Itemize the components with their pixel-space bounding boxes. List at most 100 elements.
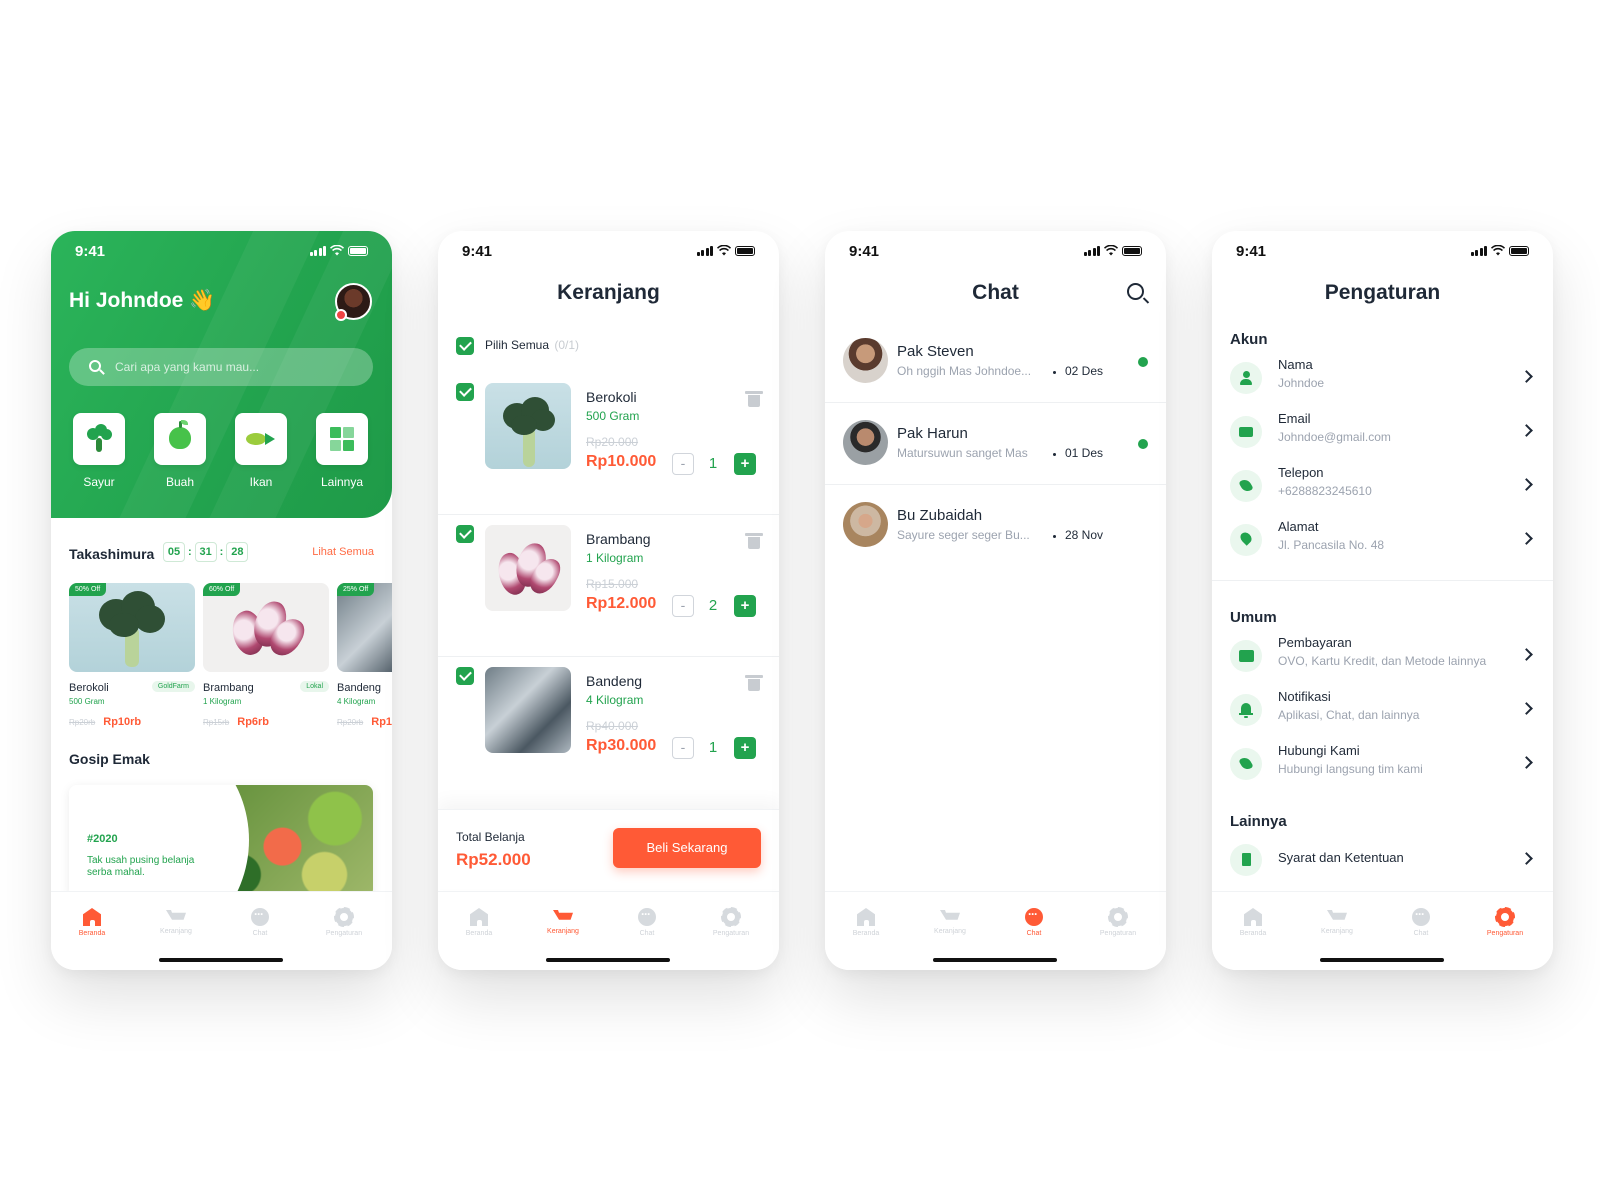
chevron-right-icon	[1520, 852, 1533, 865]
qty-plus-button[interactable]: +	[734, 595, 756, 617]
status-time: 9:41	[1236, 243, 1267, 260]
flash-sale-title: Takashimura	[69, 546, 155, 562]
settings-row-pembayaran[interactable]: Pembayaran OVO, Kartu Kredit, dan Metode…	[1212, 631, 1553, 681]
tab-pengaturan[interactable]: Pengaturan	[309, 907, 379, 937]
cart-item[interactable]: Brambang 1 Kilogram Rp15.000 Rp12.000 - …	[438, 515, 779, 657]
settings-row-telepon[interactable]: Telepon +6288823245610	[1212, 461, 1553, 511]
chat-preview: Sayure seger seger Bu...	[897, 528, 1030, 542]
search-bar[interactable]	[69, 348, 373, 386]
qty-minus-button[interactable]: -	[672, 453, 694, 475]
timer-hours: 05	[163, 542, 185, 562]
row-title: Email	[1278, 411, 1311, 426]
cart-item[interactable]: Bandeng 4 Kilogram Rp40.000 Rp30.000 - 1…	[438, 657, 779, 799]
tab-beranda[interactable]: Beranda	[57, 908, 127, 937]
countdown-timer: 05: 31: 28	[163, 542, 249, 562]
signal-icon	[1083, 245, 1100, 256]
buy-now-button[interactable]: Beli Sekarang	[613, 828, 761, 868]
wifi-icon	[330, 245, 344, 256]
chat-list-item[interactable]: Pak Harun Matursuwun sanget Mas 01 Des	[825, 403, 1166, 485]
row-title: Telepon	[1278, 465, 1324, 480]
wifi-icon	[1491, 245, 1505, 256]
chat-list-item[interactable]: Pak Steven Oh nggih Mas Johndoe... 02 De…	[825, 321, 1166, 403]
tab-chat[interactable]: Chat	[225, 907, 295, 937]
category-buah[interactable]: Buah	[154, 413, 206, 489]
product-image: 25% Off	[337, 583, 392, 672]
tab-pengaturan[interactable]: Pengaturan	[696, 907, 766, 937]
tab-keranjang[interactable]: Keranjang	[915, 908, 985, 935]
product-card[interactable]: 60% Off Brambang Lokal 1 Kilogram Rp15rb R…	[203, 583, 329, 728]
tab-beranda[interactable]: Beranda	[831, 908, 901, 937]
status-bar: 9:41	[51, 231, 392, 275]
search-icon[interactable]	[1127, 283, 1144, 300]
select-all-checkbox[interactable]	[456, 337, 474, 355]
tab-chat[interactable]: Chat	[612, 907, 682, 937]
category-sayur[interactable]: Sayur	[73, 413, 125, 489]
category-label: Lainnya	[320, 475, 364, 489]
total-value: Rp52.000	[456, 850, 531, 869]
search-input[interactable]	[115, 348, 355, 386]
status-time: 9:41	[462, 243, 493, 260]
chat-date: 28 Nov	[1065, 528, 1104, 542]
item-old-price: Rp20.000	[586, 435, 639, 449]
chat-date: 01 Des	[1065, 446, 1104, 460]
unread-indicator	[1138, 357, 1148, 367]
row-title: Nama	[1278, 357, 1313, 372]
settings-row-notifikasi[interactable]: Notifikasi Aplikasi, Chat, dan lainnya	[1212, 685, 1553, 735]
category-ikan[interactable]: Ikan	[235, 413, 287, 489]
category-lainnya[interactable]: Lainnya	[316, 413, 368, 489]
item-checkbox[interactable]	[456, 667, 474, 685]
item-old-price: Rp40.000	[586, 719, 639, 733]
tab-bar: Beranda Keranjang Chat Pengaturan	[51, 891, 392, 970]
see-all-link[interactable]: Lihat Semua	[312, 546, 374, 558]
tab-bar: Beranda Keranjang Chat Pengaturan	[1212, 891, 1553, 970]
tab-chat[interactable]: Chat	[1386, 907, 1456, 937]
promo-banner[interactable]: #2020 Tak usah pusing belanja serba maha…	[69, 785, 373, 897]
item-checkbox[interactable]	[456, 383, 474, 401]
tab-keranjang[interactable]: Keranjang	[141, 908, 211, 935]
product-card[interactable]: 50% Off Berokoli GoldFarm 500 Gram Rp20rb…	[69, 583, 195, 728]
promo-hashtag: #2020	[87, 833, 118, 845]
settings-row-nama[interactable]: Nama Johndoe	[1212, 353, 1553, 403]
trash-icon[interactable]	[745, 391, 763, 407]
item-checkbox[interactable]	[456, 525, 474, 543]
apple-icon	[169, 420, 191, 449]
product-card[interactable]: 25% Off Bandeng 4 Kilogram Rp20rb Rp15rb	[337, 583, 392, 728]
tab-beranda[interactable]: Beranda	[444, 908, 514, 937]
row-title: Notifikasi	[1278, 689, 1331, 704]
chat-list-item[interactable]: Bu Zubaidah Sayure seger seger Bu... 28 …	[825, 485, 1166, 567]
trash-icon[interactable]	[745, 533, 763, 549]
cart-item[interactable]: Berokoli 500 Gram Rp20.000 Rp10.000 - 1 …	[438, 373, 779, 515]
qty-plus-button[interactable]: +	[734, 453, 756, 475]
phone-icon	[1230, 748, 1262, 780]
cart-icon	[553, 910, 573, 920]
grid-icon	[330, 427, 354, 451]
status-bar: 9:41	[438, 231, 779, 275]
tab-pengaturan[interactable]: Pengaturan	[1470, 907, 1540, 937]
signal-icon	[696, 245, 713, 256]
settings-row-alamat[interactable]: Alamat Jl. Pancasila No. 48	[1212, 515, 1553, 565]
page-title: Pengaturan	[1324, 281, 1441, 304]
tab-chat[interactable]: Chat	[999, 907, 1069, 937]
settings-row-email[interactable]: Email Johndoe@gmail.com	[1212, 407, 1553, 457]
tab-pengaturan[interactable]: Pengaturan	[1083, 907, 1153, 937]
item-old-price: Rp15.000	[586, 577, 639, 591]
qty-minus-button[interactable]: -	[672, 595, 694, 617]
qty-minus-button[interactable]: -	[672, 737, 694, 759]
trash-icon[interactable]	[745, 675, 763, 691]
home-indicator	[159, 958, 283, 962]
product-image: 50% Off	[69, 583, 195, 672]
wallet-icon	[1230, 640, 1262, 672]
tab-keranjang[interactable]: Keranjang	[528, 908, 598, 935]
tab-keranjang[interactable]: Keranjang	[1302, 908, 1372, 935]
item-price: Rp10.000	[586, 453, 657, 470]
row-title: Syarat dan Ketentuan	[1278, 850, 1404, 865]
chat-name: Pak Steven	[897, 343, 974, 360]
row-title: Hubungi Kami	[1278, 743, 1360, 758]
chat-icon	[638, 907, 656, 926]
settings-row-hubungi[interactable]: Hubungi Kami Hubungi langsung tim kami	[1212, 739, 1553, 789]
product-price: Rp15rb	[371, 716, 392, 728]
tab-beranda[interactable]: Beranda	[1218, 908, 1288, 937]
product-price: Rp10rb	[103, 716, 142, 728]
settings-row-syarat[interactable]: Syarat dan Ketentuan	[1212, 835, 1553, 885]
qty-plus-button[interactable]: +	[734, 737, 756, 759]
